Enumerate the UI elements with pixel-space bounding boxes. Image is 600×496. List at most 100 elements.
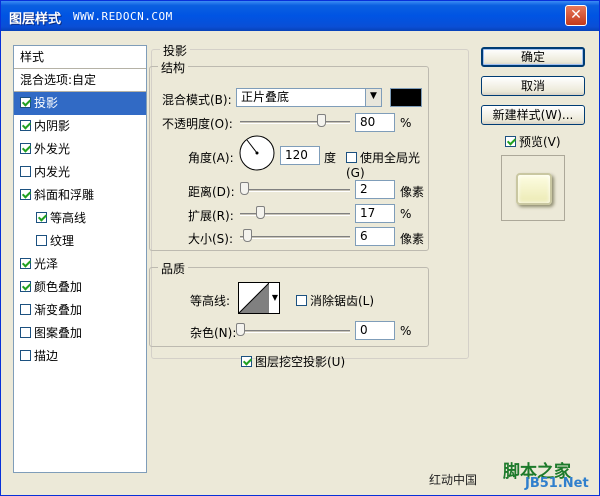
angle-input[interactable]: 120 [280,146,320,165]
window-title: 图层样式 [9,12,62,27]
size-slider-thumb[interactable] [243,229,252,242]
opacity-slider[interactable] [240,121,350,124]
logo-url: JB51.Net [525,476,589,491]
style-item[interactable]: 渐变叠加 [14,299,146,322]
knockout-checkbox[interactable]: 图层挖空投影(U) [241,353,345,370]
style-item[interactable]: 光泽 [14,253,146,276]
checkbox-icon[interactable] [20,350,31,361]
cancel-button[interactable]: 取消 [481,76,585,96]
angle-dial[interactable] [238,134,276,172]
style-item[interactable]: 图案叠加 [14,322,146,345]
antialias-checkbox[interactable]: 消除锯齿(L) [296,292,374,309]
style-item-label: 纹理 [50,234,75,248]
spread-slider-thumb[interactable] [256,206,265,219]
distance-unit: 像素 [400,185,425,199]
style-preview [501,155,565,221]
checkbox-icon[interactable] [20,166,31,177]
new-style-button[interactable]: 新建样式(W)... [481,105,585,125]
ok-button[interactable]: 确定 [481,47,585,67]
checkbox-icon[interactable] [20,304,31,315]
spread-label: 扩展(R): [188,209,234,223]
noise-unit: % [400,324,412,338]
preview-checkbox[interactable]: 预览(V) [505,133,561,150]
quality-title: 品质 [158,260,189,277]
checkbox-icon[interactable] [20,189,31,200]
style-item[interactable]: 内发光 [14,161,146,184]
style-item-label: 描边 [34,349,59,363]
style-item-label: 颜色叠加 [34,280,83,294]
style-item[interactable]: 描边 [14,345,146,368]
antialias-label: 消除锯齿(L) [310,294,375,308]
close-icon: ✕ [570,7,582,23]
style-item-label: 斜面和浮雕 [34,188,95,202]
style-item[interactable]: 等高线 [14,207,146,230]
size-label: 大小(S): [188,232,234,246]
checkbox-icon [505,136,516,147]
knockout-label: 图层挖空投影(U) [255,355,346,369]
angle-label: 角度(A): [188,151,234,165]
style-item-label: 内发光 [34,165,71,179]
checkbox-icon[interactable] [20,120,31,131]
style-item[interactable]: 颜色叠加 [14,276,146,299]
distance-label: 距离(D): [188,185,235,199]
style-item[interactable]: 外发光 [14,138,146,161]
chevron-down-icon: ▼ [365,89,381,106]
style-item-label: 图案叠加 [34,326,83,340]
opacity-unit: % [400,116,412,130]
distance-slider[interactable] [240,189,350,192]
checkbox-icon[interactable] [36,212,47,223]
contour-picker[interactable]: ▼ [238,282,280,314]
checkbox-icon[interactable] [20,281,31,292]
blend-mode-value: 正片叠底 [241,90,290,104]
style-item[interactable]: 纹理 [14,230,146,253]
contour-curve-icon [239,283,269,313]
layer-style-dialog: 图层样式 WWW.REDOCN.COM ✕ 样式 混合选项:自定 投影内阴影外发… [0,0,600,496]
site-logo: 脚本之家 JB51.Net [501,457,597,493]
size-unit: 像素 [400,232,425,246]
style-item[interactable]: 斜面和浮雕 [14,184,146,207]
style-item-label: 光泽 [34,257,59,271]
style-item[interactable]: 内阴影 [14,115,146,138]
size-input[interactable]: 6 [355,227,395,246]
checkbox-icon[interactable] [36,235,47,246]
opacity-slider-thumb[interactable] [317,114,326,127]
spread-input[interactable]: 17 [355,204,395,223]
spread-unit: % [400,207,412,221]
drop-shadow-panel: 投影 结构 混合模式(B): 正片叠底 ▼ 不透明度(O): 80 % 角度(A… [149,41,469,481]
drop-shadow-title: 投影 [160,42,191,59]
blend-mode-select[interactable]: 正片叠底 ▼ [236,88,382,107]
checkbox-icon[interactable] [20,327,31,338]
checkbox-icon [346,152,357,163]
contour-label: 等高线: [190,294,231,308]
global-light-label: 使用全局光(G) [346,151,421,180]
title-bar[interactable]: 图层样式 WWW.REDOCN.COM ✕ [1,1,599,31]
style-item-label: 渐变叠加 [34,303,83,317]
preview-label: 预览(V) [519,135,561,149]
angle-unit: 度 [324,151,337,165]
close-button[interactable]: ✕ [565,5,587,26]
style-item[interactable]: 投影 [14,92,146,115]
distance-slider-thumb[interactable] [240,182,249,195]
blend-options-item[interactable]: 混合选项:自定 [14,69,146,92]
blend-mode-label: 混合模式(B): [162,93,232,107]
opacity-label: 不透明度(O): [162,117,233,131]
noise-slider[interactable] [240,330,350,333]
global-light-checkbox[interactable]: 使用全局光(G) [346,149,428,180]
structure-group: 结构 混合模式(B): 正片叠底 ▼ 不透明度(O): 80 % 角度(A): … [149,59,429,251]
style-item-label: 内阴影 [34,119,71,133]
shadow-color-swatch[interactable] [390,88,422,107]
checkbox-icon[interactable] [20,143,31,154]
checkbox-icon[interactable] [20,258,31,269]
styles-header[interactable]: 样式 [14,46,146,69]
preview-swatch [516,173,552,205]
title-watermark: WWW.REDOCN.COM [73,10,173,23]
noise-input[interactable]: 0 [355,321,395,340]
noise-slider-thumb[interactable] [236,323,245,336]
structure-title: 结构 [158,59,189,76]
opacity-input[interactable]: 80 [355,113,395,132]
distance-input[interactable]: 2 [355,180,395,199]
size-slider[interactable] [240,236,350,239]
footer-text: 红动中国 [429,473,478,487]
style-item-label: 等高线 [50,211,87,225]
checkbox-icon[interactable] [20,97,31,108]
